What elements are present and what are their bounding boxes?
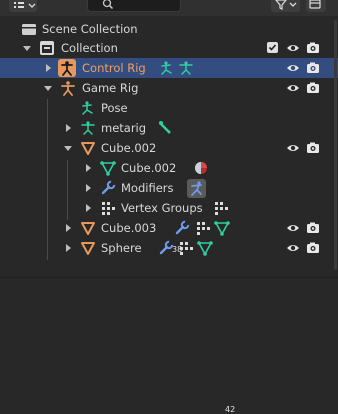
pose-row[interactable]: Pose <box>0 98 338 118</box>
collection-label: Collection <box>61 41 118 55</box>
mesh-object-icon <box>80 220 96 236</box>
armature-modifier-icon[interactable] <box>187 179 206 198</box>
camera-icon[interactable] <box>306 41 320 55</box>
expand-arrow-icon[interactable] <box>63 223 73 233</box>
camera-icon[interactable] <box>306 141 320 155</box>
new-collection-icon <box>309 0 321 9</box>
mesh-object-icon <box>80 240 96 256</box>
game-rig-row[interactable]: Game Rig <box>0 78 338 98</box>
vertex-groups-icon[interactable] <box>195 220 211 236</box>
exclude-checkbox[interactable] <box>266 41 280 55</box>
modifiers-row[interactable]: Modifiers <box>0 178 338 198</box>
collapse-arrow-icon[interactable] <box>63 143 73 153</box>
vertex-groups-icon[interactable] <box>178 240 194 256</box>
cube002-row[interactable]: Cube.002 <box>0 138 338 158</box>
collapse-arrow-icon[interactable] <box>43 83 53 93</box>
metarig-label: metarig <box>101 121 147 135</box>
pose-icon[interactable] <box>159 60 175 76</box>
pose-label: Pose <box>101 101 128 115</box>
bone-icon[interactable] <box>158 120 174 136</box>
vertex-group-count-badge: 42 <box>225 405 236 414</box>
cube002-mesh-label: Cube.002 <box>121 161 177 175</box>
mesh-data-icon[interactable] <box>214 220 230 236</box>
filter-icon <box>275 0 297 10</box>
expand-arrow-icon[interactable] <box>83 163 93 173</box>
eye-icon[interactable] <box>286 141 300 155</box>
control-rig-label: Control Rig <box>82 61 146 75</box>
wrench-icon[interactable] <box>158 240 174 256</box>
vertex-groups-row[interactable]: Vertex Groups 42 <box>0 198 338 414</box>
scene-collection-icon <box>21 21 37 37</box>
eye-icon[interactable] <box>286 81 300 95</box>
vertex-groups-icon <box>100 200 116 216</box>
editor-type-button[interactable] <box>9 0 37 12</box>
armature-icon <box>60 80 76 96</box>
vertex-group-icon[interactable] <box>214 200 230 216</box>
scrollbar[interactable] <box>334 20 337 270</box>
vertex-groups-label: Vertex Groups <box>121 201 203 215</box>
scene-collection-row[interactable]: Scene Collection <box>0 20 338 39</box>
search-field[interactable] <box>87 0 181 12</box>
filter-button[interactable] <box>271 0 300 12</box>
wrench-icon <box>100 180 116 196</box>
game-rig-label: Game Rig <box>82 81 139 95</box>
editor-type-icon <box>14 2 36 8</box>
eye-icon[interactable] <box>286 241 300 255</box>
eye-icon[interactable] <box>286 61 300 75</box>
search-input[interactable] <box>116 0 176 9</box>
expand-arrow-icon[interactable] <box>63 243 73 253</box>
expand-arrow-icon[interactable] <box>83 203 93 213</box>
expand-arrow-icon[interactable] <box>43 63 53 73</box>
eye-icon[interactable] <box>286 221 300 235</box>
metarig-row[interactable]: metarig 38 <box>0 118 338 254</box>
mesh-object-icon <box>80 140 96 156</box>
collection-row[interactable]: Collection <box>0 38 338 58</box>
material-icon[interactable] <box>193 160 209 176</box>
camera-icon[interactable] <box>306 81 320 95</box>
eye-icon[interactable] <box>286 41 300 55</box>
cube002-mesh-row[interactable]: Cube.002 <box>0 158 338 178</box>
collapse-arrow-icon[interactable] <box>22 43 32 53</box>
expand-arrow-icon[interactable] <box>63 123 73 133</box>
new-collection-button[interactable] <box>306 0 326 12</box>
camera-icon[interactable] <box>306 221 320 235</box>
scene-collection-label: Scene Collection <box>42 22 138 36</box>
cube003-label: Cube.003 <box>101 221 157 235</box>
outliner-header <box>0 0 338 16</box>
cube002-label: Cube.002 <box>101 141 157 155</box>
camera-icon[interactable] <box>306 61 320 75</box>
cube003-row[interactable]: Cube.003 <box>0 218 338 238</box>
mesh-data-icon <box>100 160 116 176</box>
control-rig-row[interactable]: Control Rig <box>0 58 338 78</box>
armature-data-icon[interactable] <box>178 60 194 76</box>
wrench-icon[interactable] <box>174 220 190 236</box>
armature-data-icon <box>80 120 96 136</box>
search-icon <box>102 0 114 10</box>
expand-arrow-icon[interactable] <box>83 183 93 193</box>
pose-icon <box>80 100 96 116</box>
sphere-label: Sphere <box>101 241 142 255</box>
modifiers-label: Modifiers <box>121 181 174 195</box>
collection-icon <box>39 40 55 56</box>
camera-icon[interactable] <box>306 241 320 255</box>
bottom-divider <box>0 277 338 278</box>
mesh-data-icon[interactable] <box>197 240 213 256</box>
sphere-row[interactable]: Sphere <box>0 238 338 258</box>
armature-icon <box>58 59 76 77</box>
